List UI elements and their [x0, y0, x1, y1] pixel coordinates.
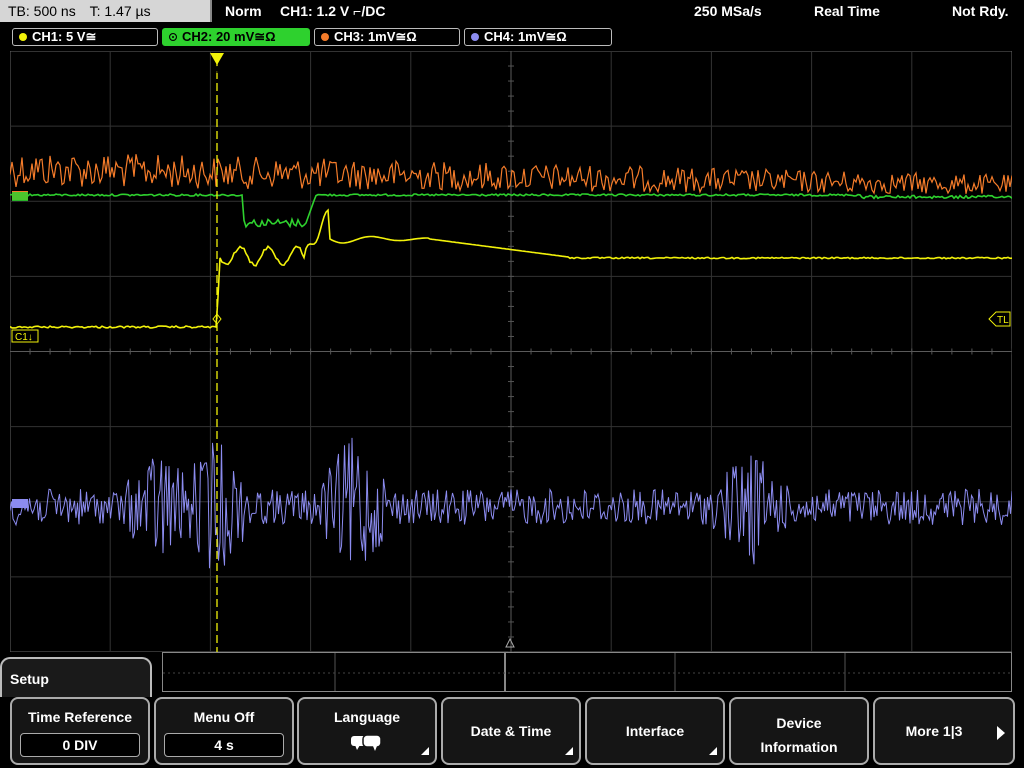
timebase-box[interactable]: TB: 500 ns T: 1.47 µs: [0, 0, 212, 22]
ch3-label: CH3: 1mV≅Ω: [334, 29, 417, 44]
more-softkey[interactable]: More 1|3: [873, 697, 1015, 765]
device-label-line1: Device: [776, 715, 822, 731]
ch4-label: CH4: 1mV≅Ω: [484, 29, 567, 44]
ch4-dot-icon: [471, 33, 479, 41]
ch3-dot-icon: [321, 33, 329, 41]
ch2-label: CH2: 20 mV≅Ω: [182, 29, 276, 44]
sample-rate: 250 MSa/s: [694, 3, 762, 19]
ch1-ref-text: C1↓: [15, 332, 33, 343]
device-information-label: Device Information: [731, 711, 867, 759]
time-reference-label: Time Reference: [27, 709, 132, 725]
menu-off-softkey[interactable]: Menu Off 4 s: [154, 697, 294, 765]
svg-text:T: T: [214, 65, 220, 76]
date-time-softkey[interactable]: Date & Time: [441, 697, 581, 765]
ch1-dot-icon: [19, 33, 27, 41]
channel-tab-ch4[interactable]: CH4: 1mV≅Ω: [464, 28, 612, 46]
time-reference-softkey[interactable]: Time Reference 0 DIV: [10, 697, 150, 765]
menu-title: Setup: [10, 671, 49, 687]
trigger-time-value: T: 1.47 µs: [89, 3, 151, 19]
acquisition-status: Not Rdy.: [952, 3, 1009, 19]
timebase-value: TB: 500 ns: [8, 3, 76, 19]
interface-submenu-icon: [709, 747, 717, 755]
menu-title-tab: Setup: [0, 657, 152, 697]
trigger-info[interactable]: CH1: 1.2 V ⌐/DC: [280, 3, 385, 19]
date-time-label: Date & Time: [470, 723, 552, 739]
device-label-line2: Information: [760, 739, 838, 755]
channel-tab-ch3[interactable]: CH3: 1mV≅Ω: [314, 28, 460, 46]
trigger-mode[interactable]: Norm: [225, 3, 262, 19]
interface-label: Interface: [625, 723, 685, 739]
ch4-offset-marker[interactable]: [12, 499, 28, 508]
device-information-softkey[interactable]: Device Information: [729, 697, 869, 765]
language-label: Language: [333, 709, 401, 725]
channel-tab-ch2[interactable]: CH2: 20 mV≅Ω: [162, 28, 310, 46]
menu-off-value: 4 s: [164, 733, 284, 757]
ch1-label: CH1: 5 V≅: [32, 29, 97, 44]
waveform-display[interactable]: T C1↓ TL: [10, 51, 1012, 652]
time-reference-value: 0 DIV: [20, 733, 140, 757]
speech-bubbles-icon: [351, 734, 382, 751]
bottom-strip-grid: [162, 652, 1012, 692]
status-bar: TB: 500 ns T: 1.47 µs Norm CH1: 1.2 V ⌐/…: [0, 0, 1024, 24]
date-time-submenu-icon: [565, 747, 573, 755]
trigger-level-text: TL: [997, 315, 1009, 326]
ch1-ref-marker[interactable]: C1↓: [11, 329, 39, 343]
ch2-offset-marker[interactable]: [12, 192, 28, 201]
next-page-icon: [997, 726, 1005, 740]
channel-tab-ch1[interactable]: CH1: 5 V≅: [12, 28, 158, 46]
language-submenu-icon: [421, 747, 429, 755]
interface-softkey[interactable]: Interface: [585, 697, 725, 765]
menu-off-label: Menu Off: [193, 709, 255, 725]
more-label: More 1|3: [905, 723, 963, 739]
ch2-dot-icon: [169, 33, 177, 41]
acquisition-mode: Real Time: [814, 3, 880, 19]
language-softkey[interactable]: Language: [297, 697, 437, 765]
